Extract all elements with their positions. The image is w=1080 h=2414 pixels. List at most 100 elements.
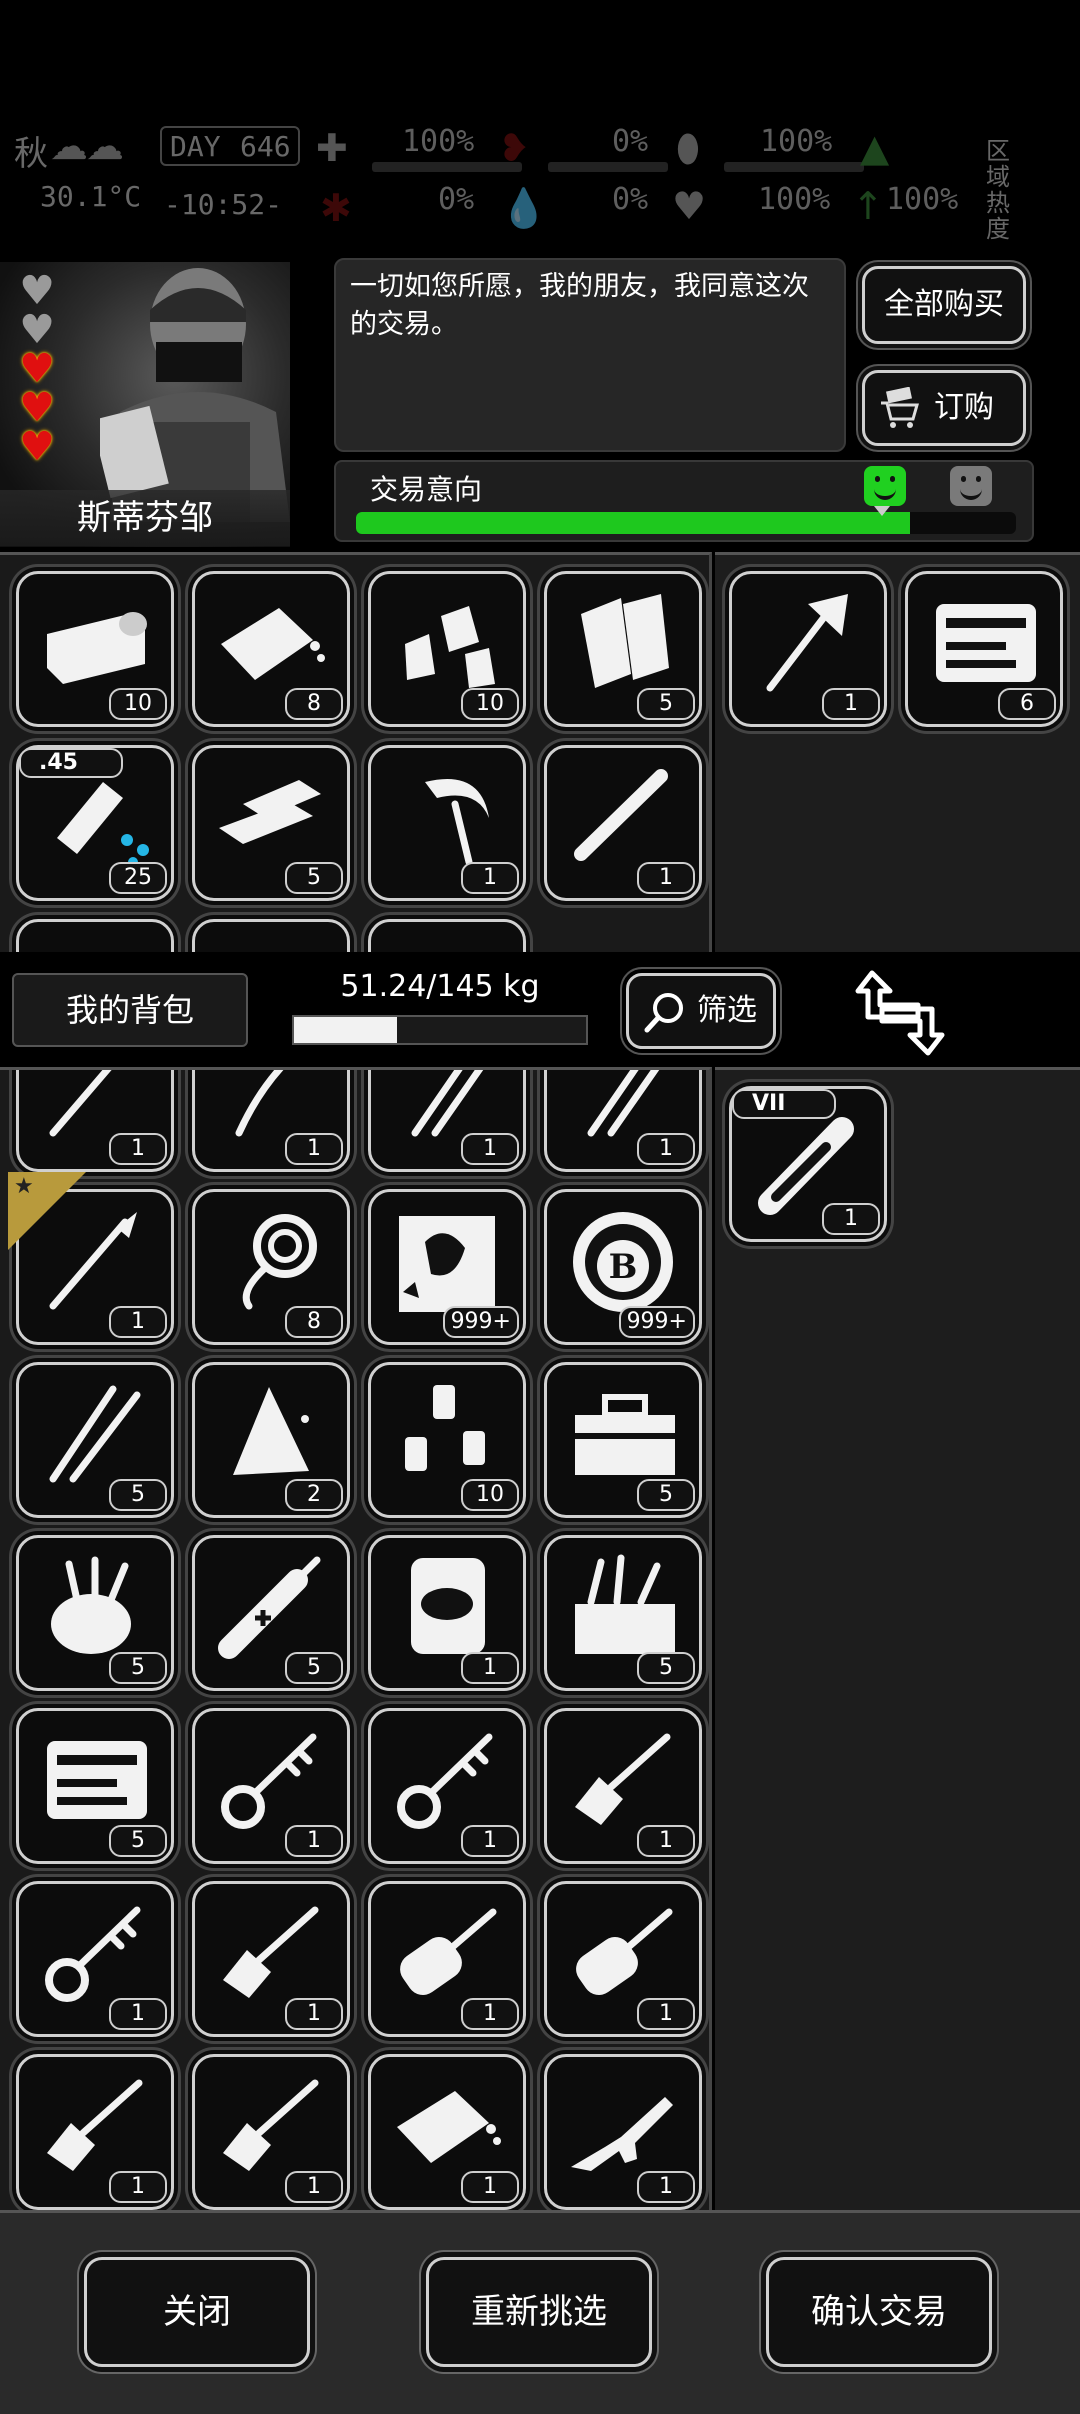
order-label: 订购 (934, 390, 994, 425)
item-quantity: 5 (285, 862, 343, 894)
inventory-slot[interactable]: 1 (544, 1881, 702, 2037)
trade-intent-bar (356, 512, 1016, 534)
inventory-slot[interactable]: 1 (544, 1070, 702, 1172)
weather-icon: ☁ (50, 124, 88, 168)
inventory-slot[interactable] (192, 919, 350, 952)
my-inventory-grid[interactable]: 1 1 1 1 1 8 999+ B 999+ 5 2 10 5 5 5 1 5 5 1 1 1 1 1 1 1 1 1 1 1 (0, 1067, 712, 2210)
inventory-slot[interactable]: 1 (368, 1070, 526, 1172)
inventory-slot[interactable]: 1 (544, 2054, 702, 2210)
my-offer-grid[interactable]: VII 1 (715, 1067, 1080, 2210)
stamp-card-icon (399, 1216, 495, 1312)
inventory-slot[interactable]: 5 (16, 1362, 174, 1518)
filter-button[interactable]: 筛选 (626, 973, 776, 1049)
cloth-scrap-icon (233, 1387, 309, 1475)
close-button[interactable]: 关闭 (84, 2257, 310, 2367)
trader-inventory-grid[interactable]: 10 8 10 5 .45 25 5 1 1 (0, 552, 712, 952)
inventory-slot[interactable]: 5 (544, 1535, 702, 1691)
inventory-slot[interactable]: 8 (192, 571, 350, 727)
inventory-slot[interactable]: 1 (192, 1708, 350, 1864)
backpack-bar: 我的背包 51.24/145 kg 筛选 (0, 955, 1080, 1065)
trader-dialog: 一切如您所愿，我的朋友，我同意这次的交易。 (334, 258, 846, 452)
speed-percent: 100% (886, 182, 959, 217)
trade-intent-label: 交易意向 (370, 473, 483, 506)
item-quantity: 1 (109, 1133, 167, 1165)
svg-text:B: B (609, 1247, 638, 1287)
item-quantity: 1 (461, 2171, 519, 2203)
inventory-slot[interactable]: 1 (544, 1708, 702, 1864)
inventory-slot[interactable]: 1 (368, 1881, 526, 2037)
swap-arrows-icon[interactable] (852, 965, 948, 1061)
inventory-slot[interactable]: 10 (368, 1362, 526, 1518)
key-icon (45, 1906, 141, 2002)
item-quantity: 5 (637, 688, 695, 720)
remote-key-icon (576, 1908, 673, 1995)
inventory-slot[interactable] (368, 919, 526, 952)
action-bar: 关闭 重新挑选 确认交易 (0, 2210, 1080, 2414)
trader-affinity: ♥ ♥ ♥ ♥ ♥ (14, 271, 62, 467)
inventory-slot[interactable]: 5 (544, 1362, 702, 1518)
tool-pouch-icon (51, 1556, 131, 1654)
canned-food-icon (47, 612, 147, 684)
trader-name: 斯蒂芬邹 (0, 490, 290, 546)
item-quantity: 6 (998, 688, 1056, 720)
trader-offer-grid[interactable]: 16 (715, 552, 1080, 952)
inventory-slot[interactable]: 1 (192, 1070, 350, 1172)
inventory-slot[interactable]: 1 (368, 2054, 526, 2210)
hunger-percent: 0% (612, 124, 649, 159)
inventory-slot[interactable]: VII 1 (729, 1086, 887, 1242)
inventory-slot[interactable]: 1 (544, 745, 702, 901)
inventory-slot[interactable]: 2 (192, 1362, 350, 1518)
item-quantity: 1 (637, 1998, 695, 2030)
order-button[interactable]: 订购 (862, 370, 1026, 446)
carry-weight: 51.24/145 kg (340, 969, 540, 1004)
stamina-icon: ⬮ (676, 126, 700, 170)
inventory-slot[interactable]: .45 25 (16, 745, 174, 901)
item-quantity: 1 (109, 1998, 167, 2030)
hunger-bar (548, 162, 668, 172)
inventory-slot[interactable]: 1 (16, 1070, 174, 1172)
reselect-button[interactable]: 重新挑选 (426, 2257, 652, 2367)
inventory-slot[interactable]: 10 (16, 571, 174, 727)
inventory-slot[interactable] (16, 919, 174, 952)
medkit-icon: ✚ (316, 126, 348, 170)
inventory-slot[interactable]: 1 (192, 2054, 350, 2210)
item-quantity: 5 (637, 1652, 695, 1684)
item-quantity: 1 (461, 862, 519, 894)
item-quantity: 10 (109, 688, 167, 720)
season-label: 秋 (14, 134, 48, 174)
inventory-slot[interactable]: 5 (544, 571, 702, 727)
inventory-slot[interactable]: 6 (905, 571, 1063, 727)
metal-ingots-icon (219, 780, 321, 844)
inventory-slot[interactable]: 5 (16, 1535, 174, 1691)
inventory-slot[interactable]: 1 (729, 571, 887, 727)
inventory-slot[interactable]: 5 (192, 745, 350, 901)
carry-weight-fill (294, 1017, 398, 1043)
inventory-slot[interactable]: 1 (368, 1535, 526, 1691)
inventory-slot[interactable]: B 999+ (544, 1189, 702, 1345)
inventory-slot[interactable]: 1 (368, 1708, 526, 1864)
item-quantity: 1 (637, 1133, 695, 1165)
trader-figure-icon (100, 268, 290, 522)
item-quantity: 1 (822, 1203, 880, 1235)
inventory-slot[interactable]: 1 (16, 1881, 174, 2037)
inventory-slot[interactable]: 5 (192, 1535, 350, 1691)
inventory-slot[interactable]: 999+ (368, 1189, 526, 1345)
inventory-slot[interactable]: 1 (192, 1881, 350, 2037)
inventory-slot[interactable]: 1 (16, 2054, 174, 2210)
heart-icon: ♥ (672, 184, 707, 228)
inventory-slot[interactable]: 8 (192, 1189, 350, 1345)
inventory-slot[interactable]: 5 (16, 1708, 174, 1864)
buy-all-button[interactable]: 全部购买 (862, 266, 1026, 344)
item-quantity: 999+ (618, 1306, 695, 1338)
sickle-icon (425, 778, 489, 866)
inventory-slot[interactable]: 10 (368, 571, 526, 727)
toolbox-icon (575, 1394, 675, 1475)
confirm-trade-button[interactable]: 确认交易 (766, 2257, 992, 2367)
item-quantity: 999+ (442, 1306, 519, 1338)
my-backpack-tab[interactable]: 我的背包 (12, 973, 248, 1047)
inventory-slot[interactable]: 1 (368, 745, 526, 901)
item-quantity: 25 (109, 862, 167, 894)
item-quantity: 5 (637, 1479, 695, 1511)
item-quantity: 5 (109, 1479, 167, 1511)
item-quantity: 1 (822, 688, 880, 720)
